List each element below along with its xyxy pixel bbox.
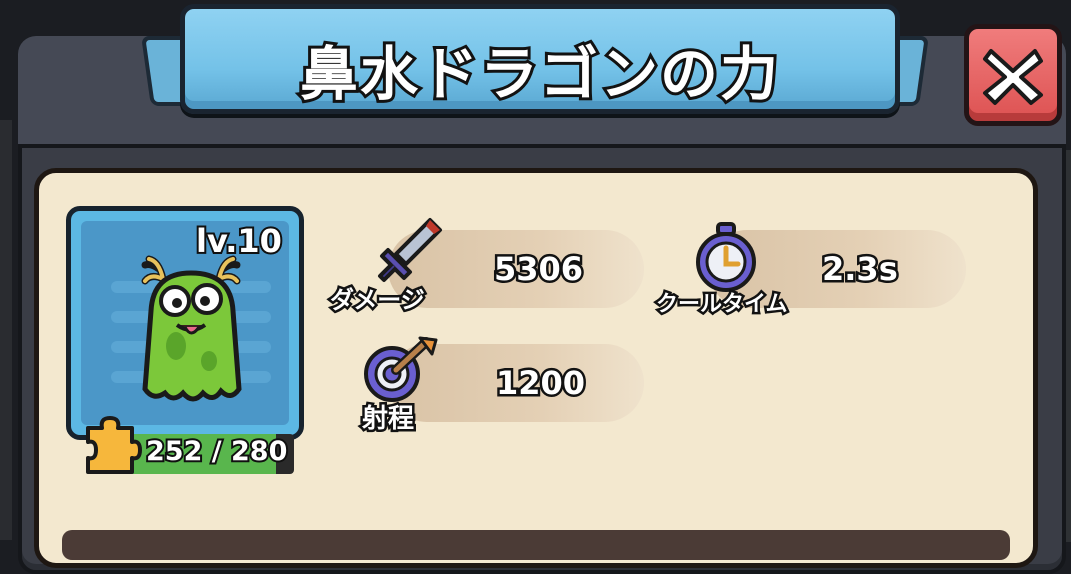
bottom-bar	[62, 530, 1010, 560]
damage-label: ダメージ	[328, 284, 428, 317]
close-button[interactable]	[964, 24, 1062, 126]
target-icon	[364, 336, 438, 402]
character-level: lv.10	[194, 220, 284, 262]
puzzle-piece-icon	[86, 416, 142, 474]
close-x-icon	[983, 49, 1043, 105]
dialog-title: 鼻水ドラゴンの力	[297, 37, 781, 111]
cooldown-value: 2.3s	[820, 248, 901, 291]
range-value: 1200	[493, 362, 587, 405]
shard-count: 252 / 280	[144, 434, 289, 469]
damage-value: 5306	[491, 248, 585, 291]
title-ribbon: 鼻水ドラゴンの力	[180, 4, 900, 114]
sword-icon	[378, 218, 442, 282]
range-label: 射程	[359, 402, 416, 437]
stopwatch-icon	[696, 222, 756, 292]
cooldown-label: クールタイム	[654, 290, 791, 320]
left-edge	[0, 120, 12, 540]
